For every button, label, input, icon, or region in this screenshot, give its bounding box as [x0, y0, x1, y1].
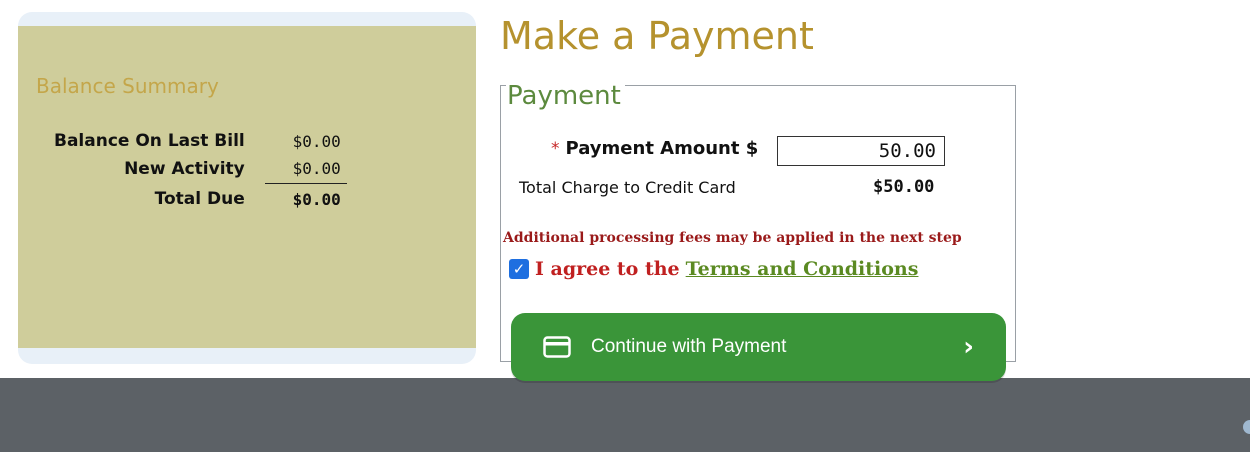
footer-edge-marker [1243, 420, 1250, 434]
balance-summary-card: Balance Summary Balance On Last Bill $0.… [18, 12, 476, 364]
required-marker: * [551, 139, 560, 159]
processing-fee-note: Additional processing fees may be applie… [503, 230, 962, 246]
payment-amount-label: Payment Amount $ [565, 138, 759, 159]
summary-value: $0.00 [292, 131, 341, 151]
payment-legend: Payment [506, 82, 625, 110]
summary-label: New Activity [124, 159, 245, 179]
summary-row-new-activity: New Activity $0.00 [48, 155, 347, 184]
balance-summary-table: Balance On Last Bill $0.00 New Activity … [48, 127, 347, 213]
terms-checkbox[interactable]: ✓ [509, 259, 529, 279]
total-charge-label: Total Charge to Credit Card [519, 178, 736, 197]
credit-card-icon [543, 336, 571, 358]
summary-row-last-bill: Balance On Last Bill $0.00 [48, 127, 347, 155]
terms-agree-text: I agree to the [535, 258, 680, 280]
chevron-right-icon: › [963, 332, 974, 362]
payment-amount-input[interactable] [777, 136, 945, 166]
continue-button-label: Continue with Payment [591, 336, 787, 357]
summary-value: $0.00 [264, 155, 347, 184]
balance-summary-title: Balance Summary [36, 74, 219, 98]
continue-with-payment-button[interactable]: Continue with Payment › [511, 313, 1006, 381]
total-charge-value: $50.00 [873, 177, 935, 197]
page-footer [0, 378, 1250, 452]
summary-label: Total Due [154, 189, 245, 209]
summary-value: $0.00 [292, 189, 341, 209]
payment-amount-row: * Payment Amount $ [551, 138, 758, 159]
terms-and-conditions-link[interactable]: Terms and Conditions [686, 258, 919, 280]
summary-row-total-due: Total Due $0.00 [48, 183, 347, 213]
terms-agreement-row: ✓ I agree to the Terms and Conditions [509, 258, 918, 280]
summary-label: Balance On Last Bill [54, 131, 245, 151]
page-title: Make a Payment [500, 14, 814, 58]
